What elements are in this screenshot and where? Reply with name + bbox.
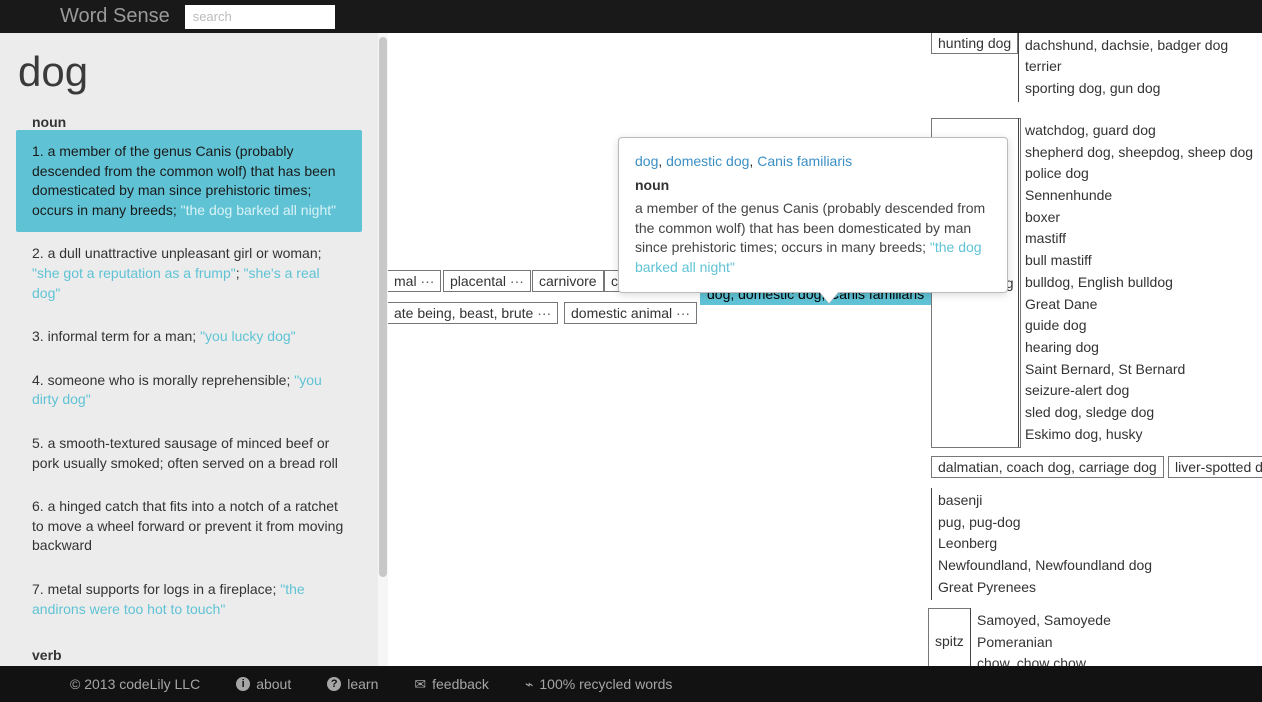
list-item[interactable]: guide dog: [1025, 315, 1253, 337]
def-num: 2.: [32, 245, 44, 261]
list-item[interactable]: sporting dog, gun dog: [1025, 78, 1228, 100]
def-quote: "you lucky dog": [200, 328, 296, 344]
top-bar: Word Sense: [0, 0, 1262, 33]
node-dalmatian[interactable]: dalmatian, coach dog, carriage dog: [931, 456, 1164, 478]
popup-body: a member of the genus Canis (probably de…: [635, 199, 991, 277]
column-breeds: basenji pug, pug-dog Leonberg Newfoundla…: [931, 488, 1152, 600]
definition-4[interactable]: 4. someone who is morally reprehensible;…: [16, 359, 362, 422]
pos-verb-label: verb: [0, 639, 378, 663]
sep: ,: [658, 153, 666, 169]
def-text: metal supports for logs in a fireplace;: [44, 581, 281, 597]
scrollbar-thumb[interactable]: [379, 37, 387, 577]
popup-link-dog[interactable]: dog: [635, 153, 658, 169]
sidebar: dog noun 1. a member of the genus Canis …: [0, 33, 378, 666]
envelope-icon: ✉: [414, 676, 426, 693]
list-item[interactable]: terrier: [1025, 56, 1228, 78]
info-icon: i: [236, 677, 250, 691]
brand[interactable]: Word Sense: [60, 5, 170, 28]
list-item[interactable]: watchdog, guard dog: [1025, 120, 1253, 142]
list-item[interactable]: Samoyed, Samoyede: [977, 610, 1111, 632]
feedback-link[interactable]: ✉ feedback: [414, 676, 489, 693]
recycled-words: ⌁ 100% recycled words: [525, 676, 673, 693]
list-item[interactable]: Pomeranian: [977, 632, 1111, 654]
footer: © 2013 codeLily LLC iabout ? learn ✉ feedb…: [0, 666, 1262, 702]
node-mal[interactable]: mal ···: [388, 270, 441, 292]
list-item[interactable]: pug, pug-dog: [938, 512, 1152, 534]
leaf-icon: ⌁: [525, 676, 533, 693]
list-item[interactable]: Great Pyrenees: [938, 577, 1152, 599]
def-quote: "she got a reputation as a frump": [32, 265, 236, 281]
graph-canvas[interactable]: dog, domestic dog, Canis familiaris noun…: [388, 33, 1262, 666]
list-item[interactable]: bull mastiff: [1025, 250, 1253, 272]
list-item[interactable]: hearing dog: [1025, 337, 1253, 359]
list-item[interactable]: chow, chow chow: [977, 653, 1111, 666]
list-item[interactable]: shepherd dog, sheepdog, sheep dog: [1025, 142, 1253, 164]
popup-link-domestic-dog[interactable]: domestic dog: [666, 153, 749, 169]
about-label: about: [256, 676, 291, 692]
learn-label: learn: [347, 676, 378, 692]
copyright: © 2013 codeLily LLC: [70, 676, 200, 692]
recycled-label: 100% recycled words: [539, 676, 672, 692]
list-item[interactable]: boxer: [1025, 207, 1253, 229]
popup-pos: noun: [635, 176, 991, 196]
popup-arrow-icon: [819, 291, 839, 303]
node-spitz[interactable]: spitz: [928, 608, 971, 666]
list-item[interactable]: Leonberg: [938, 533, 1152, 555]
node-placental[interactable]: placental ···: [443, 270, 531, 292]
list-item[interactable]: dachshund, dachsie, badger dog: [1025, 35, 1228, 57]
def-num: 3.: [32, 328, 44, 344]
def-text: a smooth-textured sausage of minced beef…: [32, 435, 338, 471]
def-text: informal term for a man;: [44, 328, 200, 344]
definition-7[interactable]: 7. metal supports for logs in a fireplac…: [16, 568, 362, 631]
definition-5[interactable]: 5. a smooth-textured sausage of minced b…: [16, 422, 362, 485]
definition-6[interactable]: 6. a hinged catch that fits into a notch…: [16, 485, 362, 568]
list-item[interactable]: mastiff: [1025, 228, 1253, 250]
search-input[interactable]: [185, 5, 335, 29]
node-carnivore[interactable]: carnivore: [532, 270, 604, 292]
definition-3[interactable]: 3. informal term for a man; "you lucky d…: [16, 315, 362, 359]
definition-2[interactable]: 2. a dull unattractive unpleasant girl o…: [16, 232, 362, 315]
def-sep: ;: [236, 265, 244, 281]
list-item[interactable]: Eskimo dog, husky: [1025, 424, 1253, 446]
list-item[interactable]: Sennenhunde: [1025, 185, 1253, 207]
scrollbar-track[interactable]: [378, 33, 388, 666]
popup-links: dog, domestic dog, Canis familiaris: [635, 152, 991, 172]
about-link[interactable]: iabout: [236, 676, 291, 692]
def-text: a hinged catch that fits into a notch of…: [32, 498, 343, 553]
def-quote: "the dog barked all night": [181, 202, 337, 218]
popup-link-canis-familiaris[interactable]: Canis familiaris: [757, 153, 852, 169]
column-spitz: Samoyed, Samoyede Pomeranian chow, chow …: [970, 608, 1111, 666]
node-liver-spotted[interactable]: liver-spotted d: [1168, 456, 1262, 478]
node-ate-being[interactable]: ate being, beast, brute ···: [388, 302, 558, 324]
learn-link[interactable]: ? learn: [327, 676, 378, 692]
node-hunting-dog[interactable]: hunting dog: [931, 33, 1018, 54]
list-item[interactable]: Great Dane: [1025, 294, 1253, 316]
def-text: someone who is morally reprehensible;: [44, 372, 295, 388]
column-hunting-dog: hound, hound dog dachshund, dachsie, bad…: [1018, 33, 1228, 102]
list-item[interactable]: Newfoundland, Newfoundland dog: [938, 555, 1152, 577]
question-icon: ?: [327, 677, 341, 691]
definition-1[interactable]: 1. a member of the genus Canis (probably…: [16, 130, 362, 232]
list-item[interactable]: sled dog, sledge dog: [1025, 402, 1253, 424]
column-working-dog: watchdog, guard dog shepherd dog, sheepd…: [1018, 118, 1253, 447]
def-num: 1.: [32, 143, 44, 159]
list-item[interactable]: seizure-alert dog: [1025, 380, 1253, 402]
list-item[interactable]: police dog: [1025, 163, 1253, 185]
definition-popup: dog, domestic dog, Canis familiaris noun…: [618, 137, 1008, 293]
def-num: 6.: [32, 498, 44, 514]
def-num: 7.: [32, 581, 44, 597]
word-title: dog: [0, 48, 378, 106]
def-text: a dull unattractive unpleasant girl or w…: [44, 245, 322, 261]
node-domestic-animal[interactable]: domestic animal ···: [564, 302, 697, 324]
def-num: 4.: [32, 372, 44, 388]
list-item[interactable]: bulldog, English bulldog: [1025, 272, 1253, 294]
def-num: 5.: [32, 435, 44, 451]
list-item[interactable]: Saint Bernard, St Bernard: [1025, 359, 1253, 381]
pos-noun-label: noun: [0, 106, 378, 130]
list-item[interactable]: basenji: [938, 490, 1152, 512]
feedback-label: feedback: [432, 676, 489, 692]
